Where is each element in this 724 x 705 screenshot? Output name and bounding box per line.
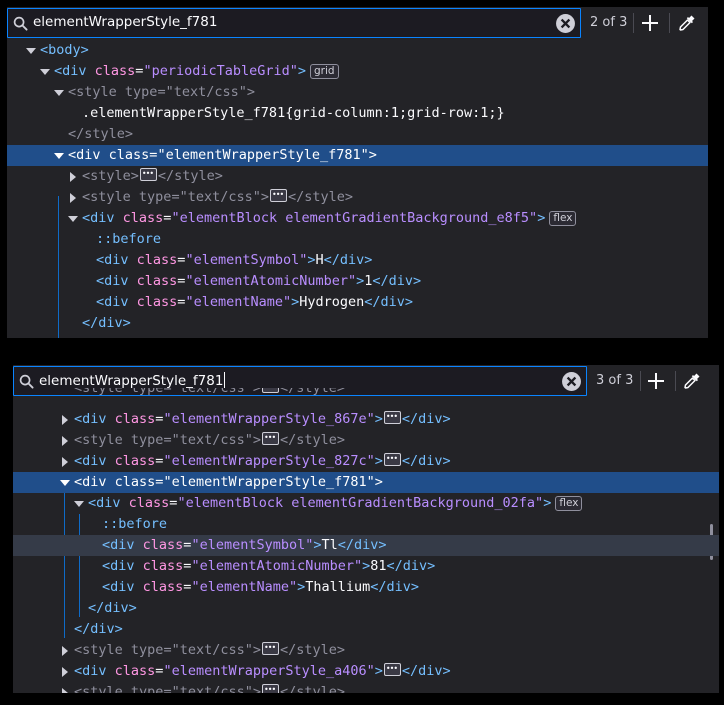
- collapsed-content-icon[interactable]: [262, 388, 279, 393]
- expand-toggle-icon[interactable]: [62, 667, 68, 677]
- tree-row[interactable]: </div>: [13, 598, 719, 619]
- flex-badge[interactable]: flex: [555, 496, 583, 511]
- collapsed-content-icon[interactable]: [262, 637, 279, 658]
- search-box[interactable]: elementWrapperStyle_f781: [7, 8, 581, 38]
- expand-toggle-icon[interactable]: [62, 415, 68, 425]
- collapsed-content-icon[interactable]: [139, 163, 157, 184]
- tree-row[interactable]: </style>: [7, 124, 708, 145]
- expand-toggle-icon[interactable]: [60, 480, 70, 486]
- tree-row-pseudo[interactable]: ::before: [13, 514, 719, 535]
- collapsed-content-icon[interactable]: [383, 658, 401, 679]
- search-toolbar: elementWrapperStyle_f781 2 of 3: [7, 7, 708, 39]
- expand-toggle-icon[interactable]: [62, 688, 68, 693]
- tree-row[interactable]: <div class="elementAtomicNumber">1</div>: [7, 271, 708, 292]
- tree-row-partial[interactable]: <style type="text/css"></style>: [13, 388, 719, 401]
- tree-row[interactable]: <div class="elementAtomicNumber">81</div…: [13, 556, 719, 577]
- tree-row[interactable]: <style></style>: [7, 163, 708, 187]
- tree-row[interactable]: <div class="elementName">Hydrogen</div>: [7, 292, 708, 313]
- collapsed-content-icon[interactable]: [270, 184, 287, 205]
- collapsed-content-icon[interactable]: [383, 406, 401, 427]
- tree-row-selected[interactable]: <div class="elementWrapperStyle_f781">: [7, 145, 708, 166]
- tree-row[interactable]: <div class="periodicTableGrid"> grid: [7, 61, 708, 82]
- tree-row[interactable]: <div class="elementWrapperStyle_867e"></…: [13, 406, 719, 430]
- collapsed-content-icon[interactable]: [383, 448, 401, 469]
- grid-badge[interactable]: grid: [310, 64, 339, 79]
- search-input[interactable]: elementWrapperStyle_f781: [39, 372, 226, 389]
- expand-toggle-icon[interactable]: [70, 172, 76, 182]
- clear-search-icon[interactable]: [555, 13, 576, 34]
- tree-row[interactable]: <style type="text/css"></style>: [13, 427, 719, 451]
- tree-row-pseudo[interactable]: ::before: [7, 229, 708, 250]
- tree-row[interactable]: </div>: [13, 619, 719, 640]
- plus-icon[interactable]: [640, 13, 660, 33]
- text-caret: [224, 372, 226, 388]
- inspector-panel-top: elementWrapperStyle_f781 2 of 3 <body> <…: [7, 7, 708, 338]
- expand-toggle-icon[interactable]: [70, 193, 76, 203]
- expand-toggle-icon[interactable]: [40, 69, 50, 75]
- collapsed-content-icon[interactable]: [262, 682, 279, 693]
- toolbar-separator: [669, 13, 670, 33]
- tree-row-selected[interactable]: <div class="elementWrapperStyle_f781">: [13, 472, 719, 493]
- tree-row[interactable]: <div class="elementName">Thallium</div>: [13, 577, 719, 598]
- match-count: 2 of 3: [590, 15, 628, 30]
- expand-toggle-icon[interactable]: [68, 216, 78, 222]
- expand-toggle-icon[interactable]: [62, 436, 68, 446]
- tree-row[interactable]: <div class="elementWrapperStyle_827c"></…: [13, 448, 719, 472]
- tree-row-hovered[interactable]: <div class="elementSymbol">Tl</div>: [13, 535, 719, 556]
- expand-toggle-icon[interactable]: [74, 501, 84, 507]
- tree-row-partial[interactable]: <style type="text/css"></style>: [13, 682, 719, 693]
- flex-badge[interactable]: flex: [549, 211, 577, 226]
- expand-toggle-icon[interactable]: [54, 90, 64, 96]
- expand-toggle-icon[interactable]: [62, 457, 68, 467]
- tree-row-css-text[interactable]: .elementWrapperStyle_f781{grid-column:1;…: [7, 103, 708, 124]
- expand-toggle-icon[interactable]: [54, 153, 64, 159]
- inspector-panel-bottom: elementWrapperStyle_f781 3 of 3 <style t…: [13, 365, 719, 693]
- tree-row[interactable]: <div class="elementBlock elementGradient…: [7, 208, 708, 229]
- tree-row-body[interactable]: <body>: [7, 40, 708, 61]
- eyedropper-icon[interactable]: [677, 13, 697, 33]
- tree-row[interactable]: </div>: [7, 313, 708, 334]
- tree-row[interactable]: <style type="text/css">: [7, 82, 708, 103]
- toolbar-separator: [633, 13, 634, 33]
- tree-row[interactable]: <div class="elementSymbol">H</div>: [7, 250, 708, 271]
- tree-row[interactable]: <style type="text/css"></style>: [7, 184, 708, 208]
- search-input[interactable]: elementWrapperStyle_f781: [33, 14, 217, 30]
- tree-row[interactable]: <style type="text/css"></style>: [13, 637, 719, 661]
- match-count: 3 of 3: [596, 373, 634, 388]
- tree-row[interactable]: <div class="elementBlock elementGradient…: [13, 493, 719, 514]
- expand-toggle-icon[interactable]: [62, 646, 68, 656]
- search-icon: [13, 16, 28, 31]
- collapsed-content-icon[interactable]: [262, 427, 279, 448]
- expand-toggle-icon[interactable]: [26, 48, 36, 54]
- search-icon: [19, 374, 34, 389]
- tree-row[interactable]: <div class="elementWrapperStyle_a406"></…: [13, 658, 719, 682]
